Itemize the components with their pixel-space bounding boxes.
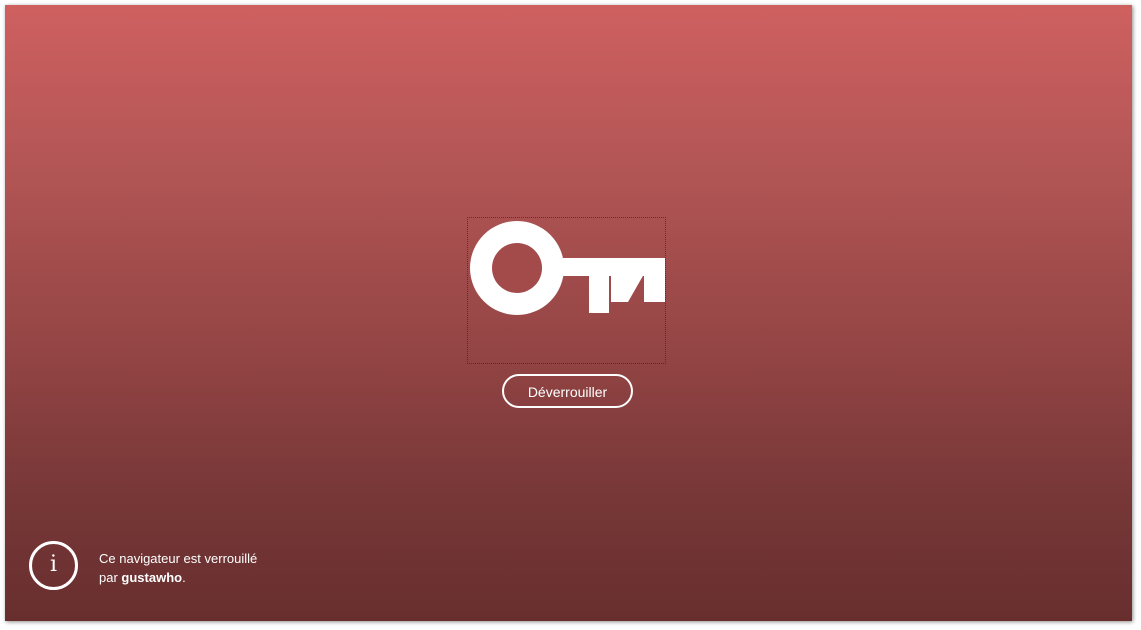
info-glyph: i <box>49 552 58 577</box>
key-icon-frame <box>467 217 666 364</box>
lock-owner-username: gustawho <box>121 570 183 585</box>
lock-message: Ce navigateur est verrouillé par gustawh… <box>99 549 257 587</box>
lock-message-prefix: par <box>99 570 122 585</box>
lock-message-line1: Ce navigateur est verrouillé <box>99 551 258 566</box>
lock-message-suffix: . <box>182 570 186 585</box>
unlock-button[interactable]: Déverrouiller <box>502 374 633 408</box>
lock-screen: Déverrouiller i Ce navigateur est verrou… <box>5 5 1132 621</box>
key-icon <box>470 221 665 315</box>
info-icon: i <box>29 541 78 590</box>
lock-message-line2: par gustawho. <box>99 568 257 587</box>
